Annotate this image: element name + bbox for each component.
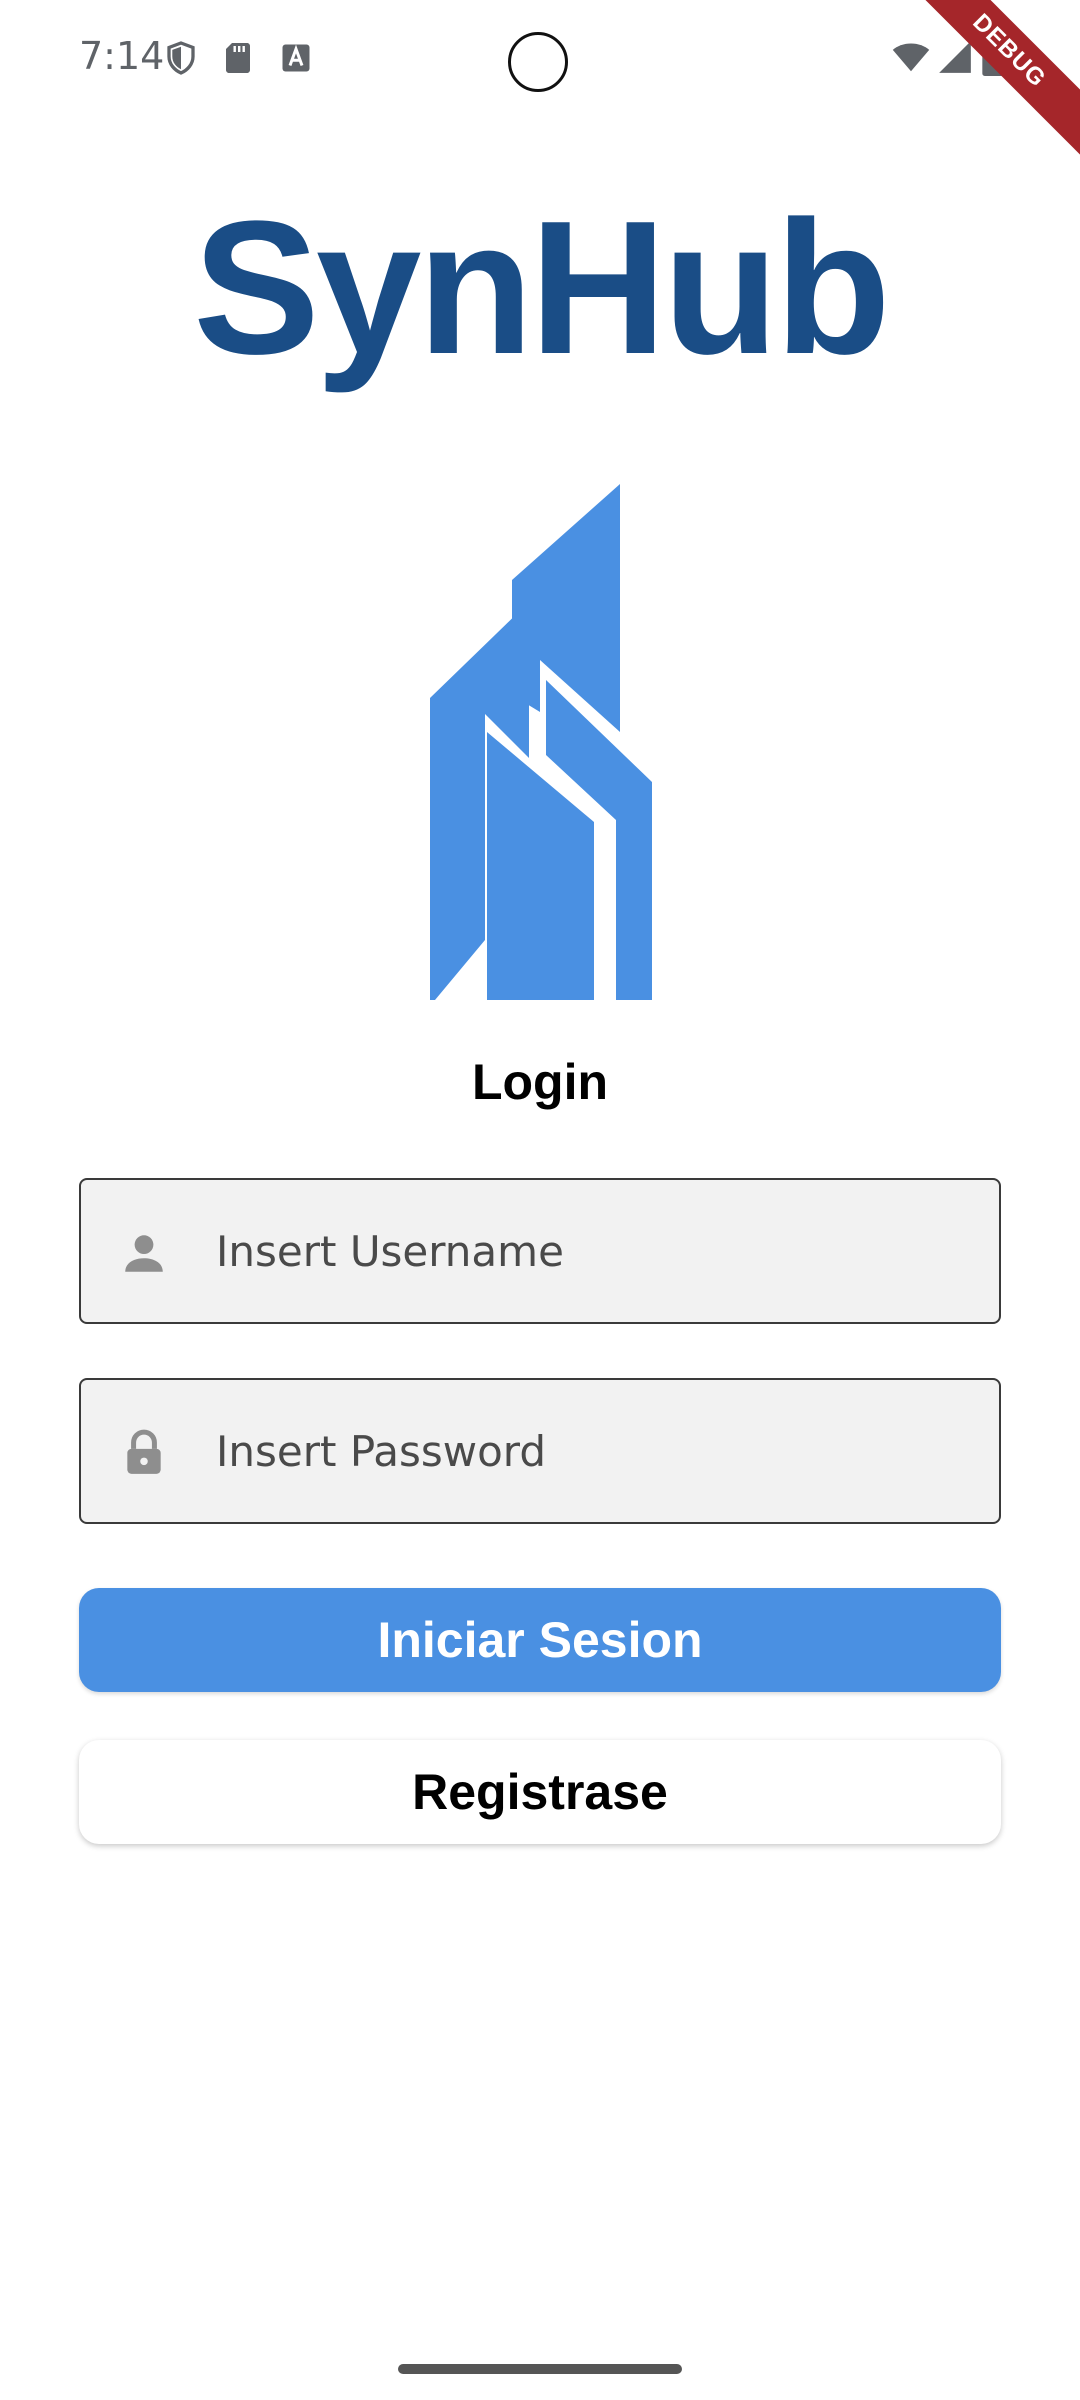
app-title: SynHub [193, 182, 891, 394]
text-a-icon [282, 44, 310, 72]
username-field[interactable] [79, 1178, 1001, 1324]
password-input[interactable] [216, 1380, 976, 1522]
login-button[interactable]: Iniciar Sesion [79, 1588, 1001, 1692]
gesture-bar[interactable] [398, 2364, 682, 2374]
lock-icon [127, 1429, 161, 1474]
register-button[interactable]: Registrase [79, 1740, 1001, 1844]
password-field[interactable] [79, 1378, 1001, 1524]
debug-banner: DEBUG [897, 0, 1080, 163]
login-heading: Login [471, 1054, 609, 1110]
sd-card-icon [226, 43, 250, 73]
person-icon [125, 1235, 163, 1272]
building-logo-icon [430, 484, 652, 1000]
status-bar: 7:14 DEBUG [0, 0, 1080, 163]
username-input[interactable] [216, 1180, 976, 1322]
status-time: 7:14 [79, 34, 165, 78]
wifi-icon [892, 43, 930, 72]
shield-icon [167, 41, 195, 75]
camera-cutout [508, 32, 568, 92]
